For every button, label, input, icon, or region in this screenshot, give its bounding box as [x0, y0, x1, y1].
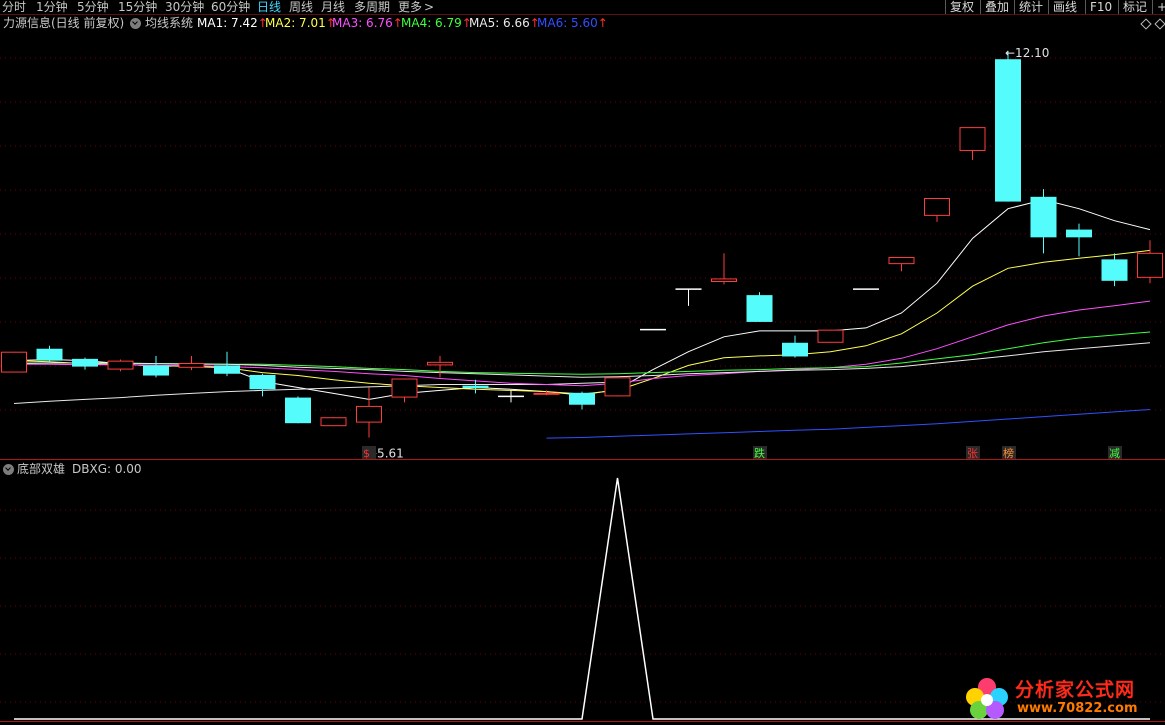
- kline-chart[interactable]: ←12.10←5.61$ 跌张榜减: [0, 0, 1165, 725]
- candle-body[interactable]: [924, 198, 950, 216]
- watermark-title: 分析家公式网: [1015, 679, 1136, 701]
- flower-logo-icon: [966, 678, 1008, 719]
- candle-body[interactable]: [995, 59, 1021, 202]
- candle-body[interactable]: [214, 365, 240, 374]
- indicator-name: 底部双雄: [17, 462, 66, 476]
- high-price-label: ←12.10: [1005, 46, 1049, 60]
- watermark-url: www.70822.com: [1017, 701, 1138, 716]
- candle-body[interactable]: [285, 397, 311, 424]
- signal-marker: 减: [1109, 447, 1120, 460]
- chevron-down-icon[interactable]: [3, 464, 14, 475]
- ma-line: [13, 381, 618, 404]
- watermark-logo: 分析家公式网 www.70822.com: [959, 675, 1159, 721]
- candle-body[interactable]: [427, 361, 453, 366]
- candle-body[interactable]: [356, 405, 382, 423]
- candle-body[interactable]: [107, 360, 134, 370]
- candle-body[interactable]: [817, 329, 844, 343]
- ma-line: [14, 300, 1151, 387]
- signal-marker: 张: [967, 447, 978, 460]
- candle-body[interactable]: [462, 385, 489, 389]
- candle-body[interactable]: [72, 358, 98, 367]
- candle-body[interactable]: [604, 377, 631, 397]
- ma-line: [13, 249, 1151, 395]
- candle-body[interactable]: [1066, 229, 1092, 238]
- signal-marker: 榜: [1003, 446, 1014, 460]
- candle-body[interactable]: [143, 365, 169, 376]
- candle-body[interactable]: [746, 295, 773, 322]
- candle-body[interactable]: [1137, 252, 1163, 278]
- candle-body[interactable]: [320, 417, 347, 427]
- indicator-value: DBXG: 0.00: [72, 462, 142, 476]
- candle-body[interactable]: [391, 378, 418, 398]
- candle-body[interactable]: [711, 278, 737, 283]
- candle-body[interactable]: [782, 342, 808, 357]
- signal-marker: $: [363, 447, 370, 460]
- candle-body[interactable]: [178, 363, 205, 368]
- signal-marker: 跌: [754, 446, 765, 460]
- candle-body[interactable]: [1101, 259, 1128, 281]
- ma-line: [546, 409, 1151, 439]
- candle-body[interactable]: [249, 374, 276, 390]
- candle-body[interactable]: [1030, 196, 1057, 238]
- candle-body[interactable]: [533, 392, 560, 395]
- ma-line: [13, 342, 1151, 378]
- candle-body[interactable]: [36, 348, 63, 361]
- ma-line: [14, 331, 1151, 375]
- candle-body[interactable]: [569, 392, 595, 405]
- candle-body[interactable]: [888, 256, 915, 265]
- candle-body[interactable]: [1, 351, 27, 373]
- indicator-toggle[interactable]: [3, 461, 14, 477]
- candle-body[interactable]: [959, 127, 986, 151]
- ma-line: [13, 199, 1151, 400]
